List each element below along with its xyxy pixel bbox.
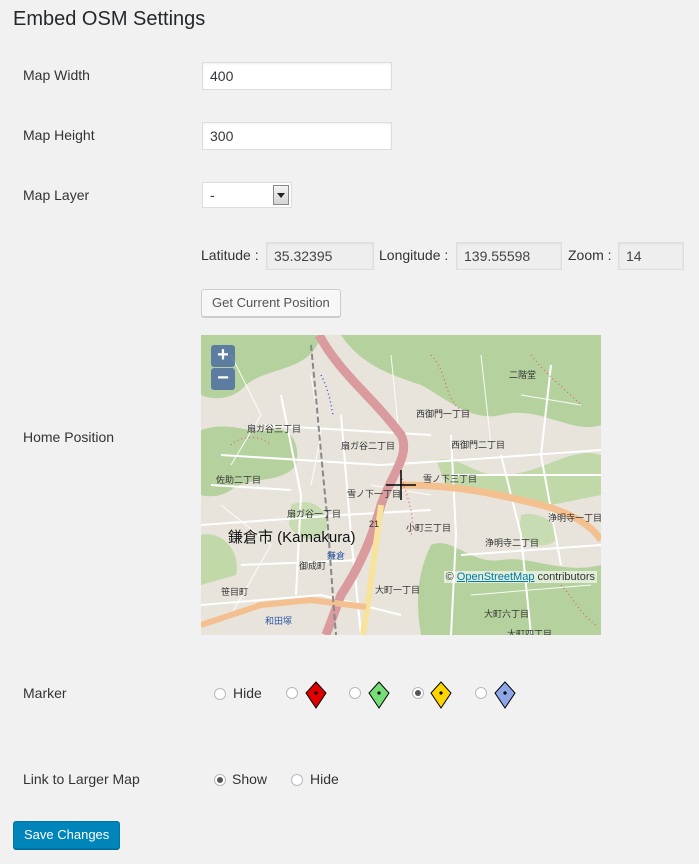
get-current-position-button[interactable]: Get Current Position (201, 289, 341, 317)
marker-blue-radio[interactable] (475, 687, 487, 699)
map-place-label: 西御門二丁目 (451, 440, 506, 450)
map-width-input[interactable] (202, 62, 392, 90)
blue-marker-icon (494, 681, 516, 709)
latitude-field[interactable] (266, 242, 374, 270)
zoom-in-button[interactable]: + (211, 345, 235, 367)
marker-label: Marker (23, 685, 67, 701)
map-city-label: 鎌倉市 (Kamakura) (228, 529, 356, 546)
map-road-number-label: 21 (369, 519, 380, 529)
map-place-label: 二階堂 (509, 370, 537, 380)
marker-red-radio[interactable] (286, 687, 298, 699)
osm-map[interactable]: + − 二階堂 西御門一丁目 西御門二丁目 扇ガ谷二丁目 扇ガ谷三丁目 扇ガ谷一… (201, 335, 601, 635)
save-changes-button[interactable]: Save Changes (13, 821, 121, 849)
red-marker-icon (305, 681, 327, 709)
marker-hide-radio[interactable] (214, 688, 226, 700)
map-place-label: 大町六丁目 (484, 609, 530, 619)
map-place-label: 雪ノ下一丁目 (347, 489, 402, 499)
marker-green-radio[interactable] (349, 687, 361, 699)
zoom-label: Zoom : (568, 247, 612, 263)
link-show-label: Show (232, 771, 268, 787)
map-place-label: 扇ガ谷二丁目 (341, 441, 396, 451)
map-place-label: 大町一丁目 (375, 585, 421, 595)
map-place-label: 雪ノ下三丁目 (423, 474, 478, 484)
map-place-label: 笹目町 (221, 587, 249, 597)
map-place-label: 扇ガ谷一丁目 (287, 509, 342, 519)
map-place-label: 扇ガ谷三丁目 (247, 424, 302, 434)
map-place-label: 小町三丁目 (406, 523, 452, 533)
green-marker-icon (368, 681, 390, 709)
link-larger-map-label: Link to Larger Map (23, 771, 140, 787)
map-layer-label: Map Layer (23, 187, 90, 203)
attribution-suffix: contributors (537, 571, 595, 583)
home-position-label: Home Position (23, 429, 115, 445)
map-layer-select[interactable]: - (202, 182, 292, 208)
link-hide-radio[interactable] (291, 774, 303, 786)
map-place-label: 御成町 (299, 561, 327, 571)
zoom-field[interactable] (618, 242, 684, 270)
map-place-label: 鎌倉 (327, 551, 346, 561)
map-place-label: 浄明寺二丁目 (485, 538, 540, 548)
map-height-label: Map Height (23, 127, 95, 143)
map-place-label: 佐助二丁目 (216, 475, 262, 485)
map-height-input[interactable] (202, 122, 392, 150)
chevron-down-icon[interactable] (273, 185, 289, 205)
zoom-out-button[interactable]: − (211, 368, 235, 390)
copyright-symbol: © (445, 571, 454, 583)
yellow-marker-icon (430, 681, 452, 709)
map-place-label: 大町四丁目 (507, 629, 553, 635)
latitude-label: Latitude : (201, 247, 259, 263)
map-place-label: 和田塚 (265, 616, 293, 626)
link-show-radio[interactable] (214, 774, 226, 786)
map-width-label: Map Width (23, 67, 90, 83)
longitude-field[interactable] (456, 242, 562, 270)
longitude-label: Longitude : (379, 247, 449, 263)
map-layer-value: - (210, 187, 215, 203)
link-hide-label: Hide (310, 771, 339, 787)
map-attribution: © OpenStreetMap contributors (443, 571, 597, 583)
marker-hide-label: Hide (233, 685, 262, 701)
map-place-label: 西御門一丁目 (416, 409, 471, 419)
openstreetmap-link[interactable]: OpenStreetMap (457, 571, 535, 583)
marker-yellow-radio[interactable] (412, 687, 424, 699)
map-place-label: 浄明寺一丁目 (548, 513, 601, 523)
page-title: Embed OSM Settings (13, 8, 206, 30)
